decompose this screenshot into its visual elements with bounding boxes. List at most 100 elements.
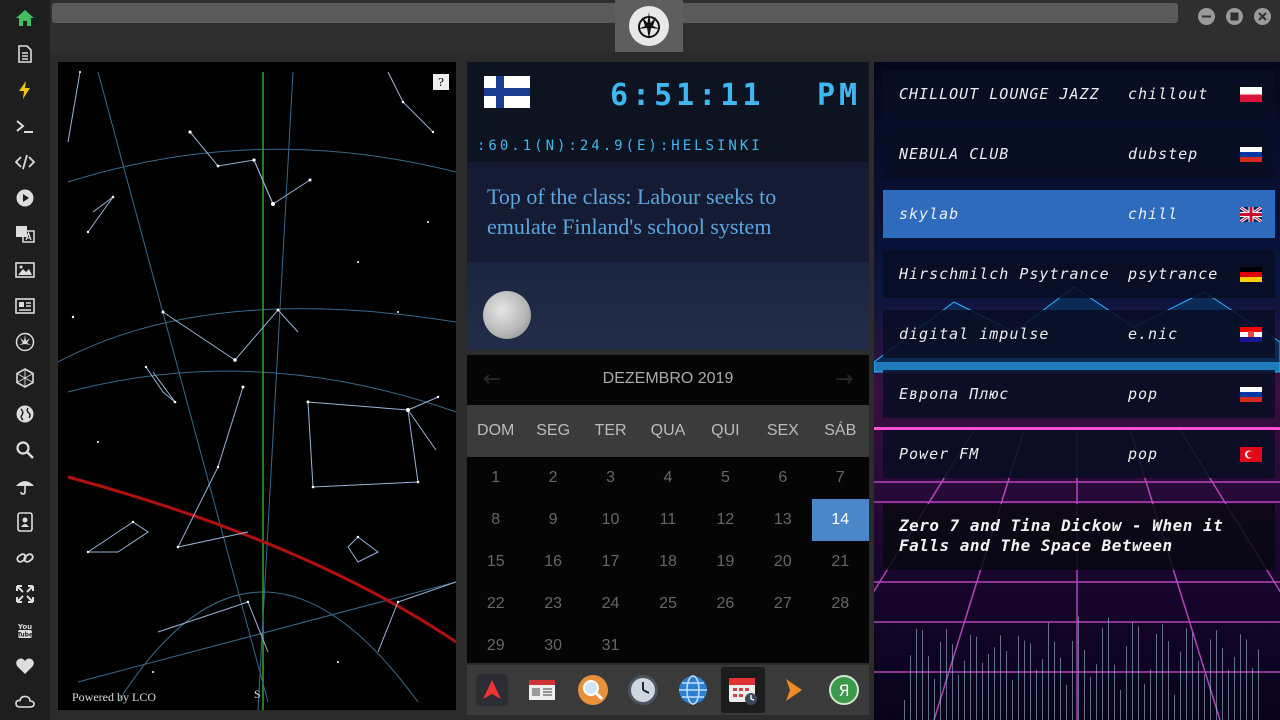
- dock-item-clock[interactable]: [621, 667, 665, 713]
- station-row[interactable]: Hirschmilch Psytrance psytrance: [883, 250, 1275, 298]
- station-row[interactable]: digital impulse e.nic: [883, 310, 1275, 358]
- visualizer-bar: [1084, 649, 1085, 720]
- lightning-icon: [19, 81, 30, 99]
- calendar-day[interactable]: 30: [524, 625, 581, 667]
- visualizer-bar: [1000, 635, 1001, 720]
- calendar-day[interactable]: 28: [812, 583, 869, 625]
- calendar-day[interactable]: 23: [524, 583, 581, 625]
- sidebar-item-image[interactable]: [0, 252, 50, 288]
- dock-item-search[interactable]: [571, 667, 615, 713]
- calendar: ← DEZEMBRO 2019 → DOM SEG TER QUA QUI SE…: [467, 355, 869, 663]
- news-headline[interactable]: Top of the class: Labour seeks to emulat…: [487, 182, 847, 242]
- dock-item-arch[interactable]: [470, 667, 514, 713]
- station-row[interactable]: NEBULA CLUB dubstep: [883, 130, 1275, 178]
- sidebar-item-lightning[interactable]: [0, 72, 50, 108]
- sidebar-item-heart[interactable]: [0, 648, 50, 684]
- visualizer-bar: [1198, 660, 1199, 720]
- visualizer-bar: [1252, 667, 1253, 720]
- visualizer-bar: [1108, 617, 1109, 720]
- dock-item-calendar[interactable]: [721, 667, 766, 713]
- calendar-day[interactable]: 3: [582, 457, 639, 499]
- sidebar-item-home[interactable]: [0, 0, 50, 36]
- weekday-label: QUI: [711, 422, 740, 439]
- station-row[interactable]: Европа Плюс pop: [883, 370, 1275, 418]
- station-row[interactable]: Power FM pop: [883, 430, 1275, 478]
- sidebar-item-contact[interactable]: [0, 504, 50, 540]
- germany-flag-icon: [1240, 267, 1262, 282]
- dock-item-globe[interactable]: [671, 667, 715, 713]
- sidebar-item-translate[interactable]: [0, 216, 50, 252]
- calendar-day[interactable]: 18: [639, 541, 696, 583]
- calendar-day[interactable]: 16: [524, 541, 581, 583]
- sky-map[interactable]: ? Powered by LCO S: [58, 62, 456, 710]
- compass-south-label: S: [254, 687, 261, 701]
- calendar-day[interactable]: 12: [697, 499, 754, 541]
- sidebar-item-rebel[interactable]: [0, 324, 50, 360]
- calendar-day[interactable]: 7: [812, 457, 869, 499]
- calendar-day[interactable]: 2: [524, 457, 581, 499]
- close-button[interactable]: [1254, 8, 1271, 25]
- calendar-day[interactable]: 4: [639, 457, 696, 499]
- calendar-week: 8 9 10 11 12 13 14: [467, 499, 869, 541]
- calendar-header: ← DEZEMBRO 2019 →: [467, 355, 869, 405]
- dock-item-yandex[interactable]: Я: [822, 667, 866, 713]
- station-row[interactable]: CHILLOUT LOUNGE JAZZ chillout: [883, 70, 1275, 118]
- calendar-day-selected[interactable]: 14: [811, 499, 869, 541]
- sidebar-item-terminal[interactable]: [0, 108, 50, 144]
- visualizer-bar: [1240, 634, 1241, 720]
- visualizer-bar: [1180, 651, 1181, 720]
- help-button[interactable]: ?: [433, 74, 449, 90]
- dock-item-news-reader[interactable]: [520, 667, 564, 713]
- calendar-day[interactable]: 21: [812, 541, 869, 583]
- document-icon: [18, 45, 32, 63]
- maximize-button[interactable]: [1226, 8, 1243, 25]
- calendar-day[interactable]: 25: [639, 583, 696, 625]
- sidebar-item-play[interactable]: [0, 180, 50, 216]
- next-month-button[interactable]: →: [835, 367, 853, 392]
- sidebar-item-cloud[interactable]: [0, 684, 50, 720]
- calendar-day[interactable]: 11: [639, 499, 696, 541]
- news-panel[interactable]: Top of the class: Labour seeks to emulat…: [467, 162, 869, 262]
- visualizer-bar: [1150, 669, 1151, 720]
- station-row-active[interactable]: skylab chill: [883, 190, 1275, 238]
- sidebar-item-youtube[interactable]: You Tube: [0, 612, 50, 648]
- russia-flag-icon: [1240, 147, 1262, 162]
- sidebar-item-expand[interactable]: [0, 576, 50, 612]
- calendar-day[interactable]: 24: [582, 583, 639, 625]
- star-chart[interactable]: [58, 62, 456, 710]
- dock-item-play[interactable]: [772, 667, 816, 713]
- calendar-day[interactable]: 15: [467, 541, 524, 583]
- calendar-day[interactable]: 5: [697, 457, 754, 499]
- calendar-day[interactable]: 20: [754, 541, 811, 583]
- calendar-day[interactable]: 26: [697, 583, 754, 625]
- sidebar-item-globe[interactable]: [0, 396, 50, 432]
- calendar-day[interactable]: 9: [524, 499, 581, 541]
- calendar-day[interactable]: 27: [754, 583, 811, 625]
- sidebar-item-search[interactable]: [0, 432, 50, 468]
- clock-time: 6:51:11: [610, 78, 765, 113]
- visualizer-bar: [1036, 669, 1037, 720]
- visualizer-bar: [1078, 616, 1079, 720]
- minimize-button[interactable]: [1198, 8, 1215, 25]
- calendar-day[interactable]: 13: [754, 499, 811, 541]
- calendar-day[interactable]: 8: [467, 499, 524, 541]
- sidebar-item-link[interactable]: [0, 540, 50, 576]
- calendar-day[interactable]: 17: [582, 541, 639, 583]
- powered-by-label: Powered by LCO: [72, 690, 156, 704]
- svg-text:Tube: Tube: [17, 632, 33, 639]
- calendar-day[interactable]: 19: [697, 541, 754, 583]
- sidebar-item-document[interactable]: [0, 36, 50, 72]
- station-genre: pop: [1128, 445, 1159, 463]
- calendar-day[interactable]: 1: [467, 457, 524, 499]
- calendar-day[interactable]: 29: [467, 625, 524, 667]
- sidebar-item-newspaper[interactable]: [0, 288, 50, 324]
- sidebar-item-code[interactable]: [0, 144, 50, 180]
- sidebar-item-hexagon[interactable]: [0, 360, 50, 396]
- calendar-day[interactable]: 10: [582, 499, 639, 541]
- sidebar-item-umbrella[interactable]: [0, 468, 50, 504]
- calendar-day[interactable]: 31: [582, 625, 639, 667]
- visualizer-bar: [982, 662, 983, 720]
- calendar-day[interactable]: 6: [754, 457, 811, 499]
- calendar-day[interactable]: 22: [467, 583, 524, 625]
- weekday-label: DOM: [477, 422, 515, 439]
